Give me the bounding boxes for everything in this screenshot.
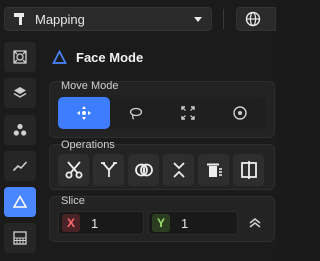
cut-button[interactable] xyxy=(58,154,89,186)
cluster-tool-button[interactable] xyxy=(4,115,36,145)
move-mode-expand-button[interactable] xyxy=(162,97,214,129)
collapse-button[interactable] xyxy=(163,154,194,186)
move-mode-label: Move Mode xyxy=(61,80,119,92)
lasso-icon xyxy=(129,107,143,120)
trash-icon xyxy=(206,163,222,177)
move-mode-selector xyxy=(58,97,266,129)
slice-group: Slice X 1 Y 1 xyxy=(49,195,275,242)
slice-y-field[interactable]: Y 1 xyxy=(148,211,238,235)
face-mode-tool-button[interactable] xyxy=(4,187,36,217)
merge-icon xyxy=(100,162,117,177)
operations-group: Operations xyxy=(49,139,275,190)
texture-grid-icon xyxy=(13,231,27,245)
slice-chevrons-icon xyxy=(249,218,261,228)
slice-x-value: 1 xyxy=(91,215,99,231)
caret-down-icon xyxy=(194,17,202,22)
target-point-icon xyxy=(233,106,247,120)
move-arrows-icon xyxy=(77,106,91,120)
operations-toolbar xyxy=(58,154,270,186)
expand-icon xyxy=(181,106,195,120)
move-mode-move-button[interactable] xyxy=(58,97,110,129)
x-axis-badge: X xyxy=(62,214,80,232)
layers-icon xyxy=(13,87,27,98)
texture-tool-button[interactable] xyxy=(4,223,36,253)
move-mode-group: Move Mode xyxy=(49,80,275,138)
split-button[interactable] xyxy=(233,154,264,186)
hammer-icon xyxy=(14,13,24,25)
scissors-icon xyxy=(65,161,82,179)
operations-label: Operations xyxy=(61,139,115,151)
collapse-arrows-icon xyxy=(172,162,185,178)
slice-options-button[interactable] xyxy=(242,211,268,235)
layers-tool-button[interactable] xyxy=(4,78,36,108)
cluster-icon xyxy=(13,123,27,136)
slice-label: Slice xyxy=(61,195,85,207)
transform-tool-button[interactable] xyxy=(4,42,36,72)
y-axis-badge: Y xyxy=(152,214,170,232)
move-mode-point-button[interactable] xyxy=(214,97,266,129)
mode-label: Mapping xyxy=(35,11,85,27)
app-root: Mapping Face Mode Move Mode Operations S… xyxy=(0,0,277,261)
slice-x-field[interactable]: X 1 xyxy=(58,211,144,235)
slice-controls: X 1 Y 1 xyxy=(58,211,268,235)
transform-icon xyxy=(13,50,27,64)
split-icon xyxy=(240,161,257,179)
delete-button[interactable] xyxy=(198,154,229,186)
merge-button[interactable] xyxy=(93,154,124,186)
mode-dropdown[interactable]: Mapping xyxy=(4,7,212,31)
slice-y-value: 1 xyxy=(181,215,189,231)
toolbar-divider xyxy=(223,9,224,29)
globe-button[interactable] xyxy=(236,7,276,31)
triangle-icon xyxy=(52,49,67,64)
move-mode-lasso-button[interactable] xyxy=(110,97,162,129)
globe-icon xyxy=(245,11,261,27)
graph-tool-button[interactable] xyxy=(4,151,36,181)
panel-header: Face Mode xyxy=(52,48,143,66)
intersect-icon xyxy=(134,163,153,177)
panel-title: Face Mode xyxy=(76,49,144,65)
trend-line-icon xyxy=(12,161,28,172)
triangle-icon xyxy=(12,194,28,208)
intersect-button[interactable] xyxy=(128,154,159,186)
